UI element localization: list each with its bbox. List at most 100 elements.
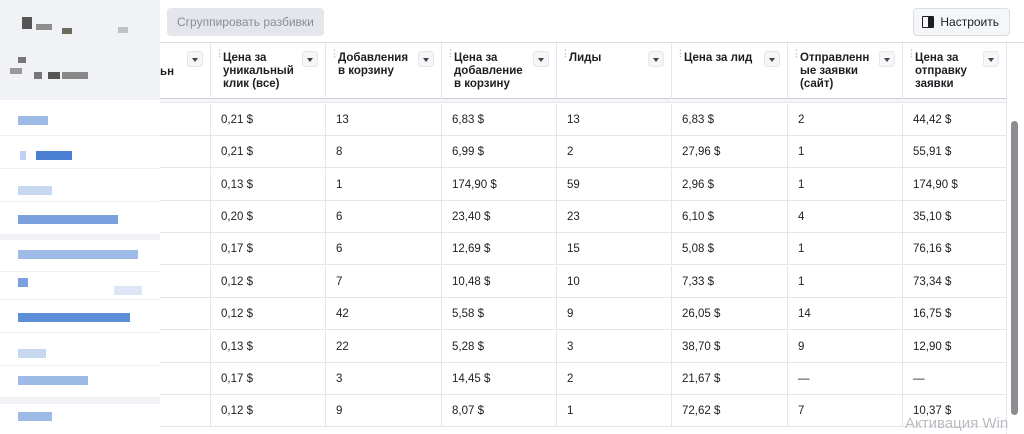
drag-handle-icon[interactable]: ⋮	[907, 49, 916, 58]
table-cell	[160, 363, 210, 395]
table-cell: 1	[556, 395, 671, 427]
table-cell: 6,83 $	[671, 104, 787, 136]
table-row[interactable]: 0,21 $8 6,99 $2 27,96 $1 55,91 $	[160, 136, 1006, 168]
column-header[interactable]: ⋮ Цена за отправку заявки	[902, 43, 1006, 99]
table-cell: 1	[787, 266, 902, 298]
name-cell[interactable]	[0, 268, 161, 300]
table-row[interactable]: 0,17 $3 14,45 $2 21,67 $ — —	[160, 363, 1006, 395]
customize-button-label: Настроить	[940, 15, 999, 29]
table-cell: 22	[325, 331, 441, 363]
column-header[interactable]: ⋮ Лиды	[556, 43, 671, 99]
drag-handle-icon[interactable]: ⋮	[676, 49, 685, 58]
sort-dropdown-icon[interactable]	[983, 51, 999, 67]
table-row[interactable]: 0,21 $13 6,83 $13 6,83 $2 44,42 $	[160, 104, 1006, 136]
table-cell: 7	[325, 266, 441, 298]
drag-handle-icon[interactable]: ⋮	[215, 49, 224, 58]
table-cell: 6	[325, 233, 441, 265]
table-cell: 0,17 $	[210, 233, 325, 265]
drag-handle-icon[interactable]: ⋮	[792, 49, 801, 58]
table-cell: 1	[787, 169, 902, 201]
name-cell[interactable]	[0, 334, 161, 366]
table-cell: 0,12 $	[210, 395, 325, 427]
table-cell: 10,48 $	[441, 266, 556, 298]
table-cell: 14,45 $	[441, 363, 556, 395]
table-cell: 7	[787, 395, 902, 427]
customize-button[interactable]: Настроить	[913, 8, 1010, 36]
sort-dropdown-icon[interactable]	[533, 51, 549, 67]
table-cell: 3	[325, 363, 441, 395]
table-cell: 0,21 $	[210, 136, 325, 168]
sort-dropdown-icon[interactable]	[648, 51, 664, 67]
name-column-panel	[0, 0, 161, 434]
table-cell: 7,33 $	[671, 266, 787, 298]
table-cell: 13	[325, 104, 441, 136]
name-cell[interactable]	[0, 366, 161, 398]
table-cell	[160, 136, 210, 168]
table-cell: 0,13 $	[210, 169, 325, 201]
header-divider	[160, 99, 1006, 103]
table-cell: 9	[325, 395, 441, 427]
sort-dropdown-icon[interactable]	[418, 51, 434, 67]
table-cell: 6,99 $	[441, 136, 556, 168]
table-cell	[160, 395, 210, 427]
table-cell: 5,08 $	[671, 233, 787, 265]
table-row[interactable]: 0,13 $22 5,28 $3 38,70 $9 12,90 $	[160, 331, 1006, 363]
table-cell	[160, 169, 210, 201]
table-cell: 21,67 $	[671, 363, 787, 395]
table-cell: 13	[556, 104, 671, 136]
table-cell	[160, 331, 210, 363]
table-cell: 0,12 $	[210, 298, 325, 330]
table-cell: 0,13 $	[210, 331, 325, 363]
column-header[interactable]: ьн	[160, 43, 210, 99]
table-cell: 2,96 $	[671, 169, 787, 201]
name-cell[interactable]	[0, 170, 161, 202]
drag-handle-icon[interactable]: ⋮	[446, 49, 455, 58]
table-cell: 12,69 $	[441, 233, 556, 265]
name-cell[interactable]	[0, 137, 161, 169]
table-cell: 5,58 $	[441, 298, 556, 330]
name-cell[interactable]	[0, 104, 161, 136]
table-cell: 76,16 $	[902, 233, 1006, 265]
table-row[interactable]: 0,12 $7 10,48 $10 7,33 $1 73,34 $	[160, 266, 1006, 298]
table-cell: 2	[556, 136, 671, 168]
drag-handle-icon[interactable]: ⋮	[561, 49, 570, 58]
drag-handle-icon[interactable]: ⋮	[330, 49, 339, 58]
table-cell: 9	[556, 298, 671, 330]
table-cell: 0,21 $	[210, 104, 325, 136]
table-cell: 0,17 $	[210, 363, 325, 395]
table-cell: 35,10 $	[902, 201, 1006, 233]
table-cell: 15	[556, 233, 671, 265]
table-cell: —	[787, 363, 902, 395]
name-cell[interactable]	[0, 404, 161, 434]
table-cell: 0,12 $	[210, 266, 325, 298]
name-cell[interactable]	[0, 203, 161, 235]
column-header[interactable]: ⋮ Добавления в корзину	[325, 43, 441, 99]
table-cell: 2	[556, 363, 671, 395]
column-header[interactable]: ⋮ Отправленн ые заявки (сайт)	[787, 43, 902, 99]
table-cell: 5,28 $	[441, 331, 556, 363]
column-header[interactable]: ⋮ Цена за добавление в корзину	[441, 43, 556, 99]
table-row[interactable]: 0,17 $6 12,69 $15 5,08 $1 76,16 $	[160, 233, 1006, 265]
vertical-scrollbar[interactable]	[1006, 43, 1024, 434]
scrollbar-thumb[interactable]	[1011, 121, 1018, 415]
sort-dropdown-icon[interactable]	[302, 51, 318, 67]
table-row[interactable]: 0,20 $6 23,40 $23 6,10 $4 35,10 $	[160, 201, 1006, 233]
name-cell[interactable]	[0, 301, 161, 333]
table-row[interactable]: 0,12 $42 5,58 $9 26,05 $14 16,75 $	[160, 298, 1006, 330]
table-cell: 10	[556, 266, 671, 298]
ads-manager-report: Сгруппировать разбивки Настроить ьн ⋮ Цена…	[0, 0, 1024, 434]
report-table: ьн ⋮ Цена за уникальный клик (все) ⋮ Добавле…	[160, 43, 1006, 434]
table-cell: 27,96 $	[671, 136, 787, 168]
sort-dropdown-icon[interactable]	[187, 51, 203, 67]
group-breakdowns-button[interactable]: Сгруппировать разбивки	[167, 8, 324, 36]
table-cell: 1	[325, 169, 441, 201]
sort-dropdown-icon[interactable]	[764, 51, 780, 67]
column-header[interactable]: ⋮ Цена за лид	[671, 43, 787, 99]
table-row[interactable]: 0,13 $1 174,90 $59 2,96 $1 174,90 $	[160, 169, 1006, 201]
table-cell	[160, 201, 210, 233]
table-cell: 9	[787, 331, 902, 363]
column-header[interactable]: ⋮ Цена за уникальный клик (все)	[210, 43, 325, 99]
table-cell: 3	[556, 331, 671, 363]
table-row[interactable]: 0,12 $9 8,07 $1 72,62 $7 10,37 $	[160, 395, 1006, 427]
sort-dropdown-icon[interactable]	[879, 51, 895, 67]
